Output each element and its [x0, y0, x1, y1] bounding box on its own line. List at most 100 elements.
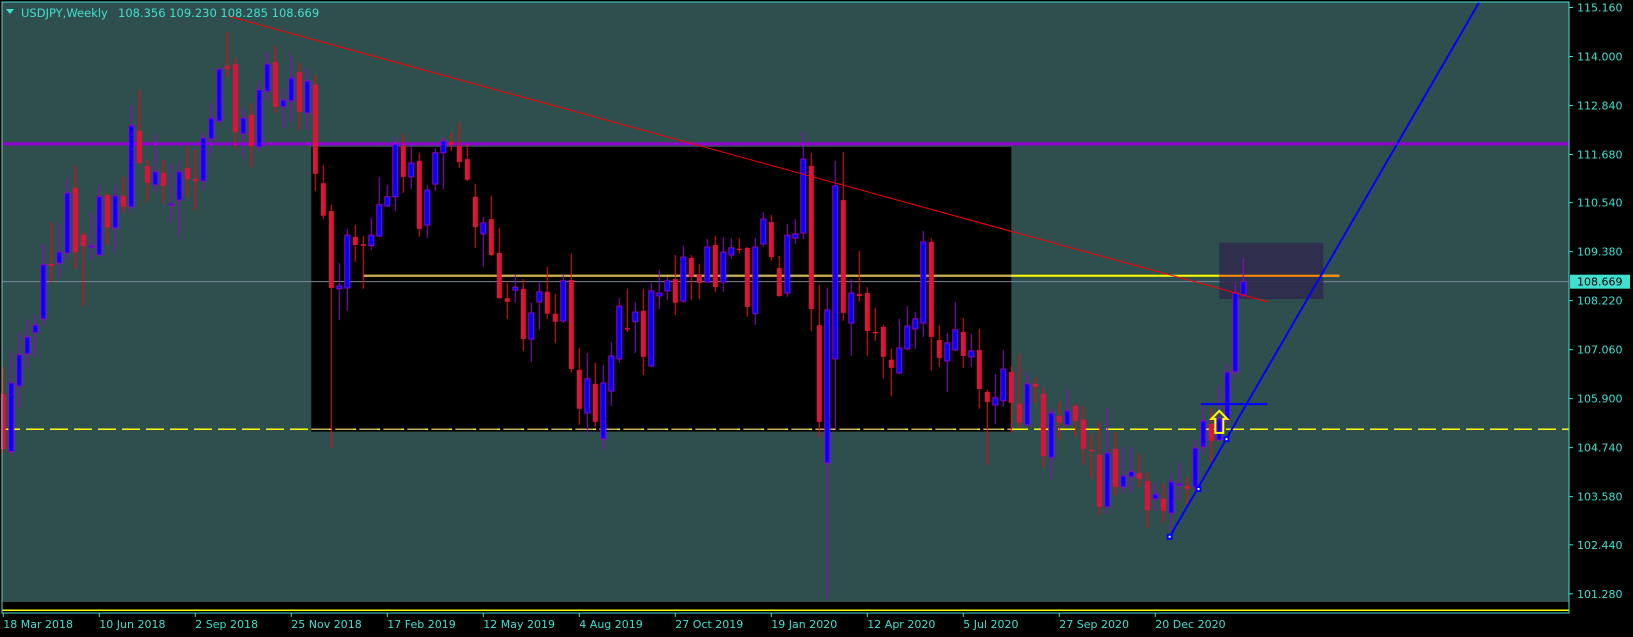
- bear-candle-body: [840, 200, 846, 313]
- bull-candle-body: [304, 80, 311, 114]
- bull-candle-body: [56, 251, 63, 264]
- bear-candle-body: [712, 244, 718, 288]
- bull-candle-body: [1200, 420, 1207, 448]
- bull-candle-body: [1176, 483, 1183, 486]
- price-label: 110.540: [1577, 197, 1623, 210]
- bear-candle-body: [960, 331, 966, 356]
- bear-candle-body: [976, 350, 982, 389]
- bull-candle-body: [784, 234, 791, 294]
- bull-candle-body: [256, 89, 263, 148]
- bear-candle-body: [472, 196, 478, 228]
- symbol-timeframe: USDJPY,Weekly: [21, 6, 108, 20]
- bull-candle-body: [16, 354, 23, 387]
- bear-candle-body: [488, 219, 494, 256]
- bear-candle-body: [696, 274, 702, 283]
- bull-candle-body: [632, 311, 639, 323]
- bear-candle-body: [160, 173, 166, 186]
- candle: [920, 230, 927, 337]
- date-label: 2 Sep 2018: [195, 618, 258, 631]
- bear-candle-body: [888, 359, 894, 368]
- date-label: 5 Jul 2020: [963, 618, 1018, 631]
- bull-candle-body: [176, 171, 183, 201]
- bull-candle-body: [392, 143, 399, 198]
- bull-candle-body: [968, 350, 975, 358]
- bull-candle-body: [560, 280, 567, 322]
- price-label: 111.680: [1577, 148, 1623, 161]
- bull-candle-body: [704, 246, 711, 283]
- bull-candle-body: [536, 291, 543, 303]
- candle: [1232, 282, 1239, 379]
- date-label: 18 Mar 2018: [3, 618, 73, 631]
- bull-candle-body: [344, 234, 351, 289]
- bear-candle-body: [192, 178, 198, 182]
- bear-candle-body: [576, 369, 582, 409]
- date-label: 20 Dec 2020: [1155, 618, 1225, 631]
- bear-candle-body: [856, 293, 862, 296]
- bear-candle-body: [320, 183, 326, 216]
- bear-candle-body: [224, 65, 230, 70]
- bull-candle-body: [200, 137, 207, 182]
- bull-candle-body: [1000, 368, 1007, 402]
- bear-candle-body: [1040, 393, 1046, 457]
- bear-candle-body: [624, 328, 630, 330]
- bull-candle-body: [216, 68, 223, 122]
- candle: [1040, 388, 1046, 468]
- bear-candle-body: [736, 248, 742, 251]
- bear-candle-body: [1184, 486, 1190, 490]
- bull-candle-body: [1104, 452, 1111, 508]
- trendline-anchor-dot: [1197, 488, 1200, 491]
- bull-candle-body: [408, 162, 415, 178]
- candle: [784, 223, 791, 297]
- bull-candle-body: [1064, 410, 1071, 426]
- bear-candle-body: [1056, 415, 1062, 423]
- bull-candle-body: [1192, 447, 1199, 488]
- bull-candle-body: [1240, 281, 1247, 296]
- bear-candle-body: [232, 64, 238, 133]
- price-chart[interactable]: 115.160 114.000 112.840 111.680 110.540 109.3…: [0, 0, 1633, 637]
- bull-candle-body: [608, 355, 615, 392]
- bull-candle-body: [368, 234, 375, 247]
- candle: [416, 152, 422, 237]
- bull-candle-body: [760, 218, 767, 245]
- price-label: 102.440: [1577, 539, 1623, 552]
- date-label: 27 Oct 2019: [675, 618, 743, 631]
- bear-candle-body: [816, 325, 822, 422]
- bear-candle-body: [1096, 454, 1102, 507]
- bear-candle-body: [1144, 481, 1150, 511]
- bull-candle-body: [96, 196, 103, 256]
- date-label: 12 May 2019: [483, 618, 555, 631]
- candle: [200, 132, 207, 190]
- bear-candle-body: [776, 268, 782, 296]
- price-label: 114.000: [1577, 50, 1623, 63]
- trendline-anchor-dot: [1168, 535, 1171, 538]
- bull-candle-body: [616, 305, 623, 360]
- bear-candle-body: [80, 234, 86, 246]
- bull-candle-body: [1128, 471, 1135, 478]
- bear-candle-body: [1208, 423, 1214, 441]
- bull-candle-body: [264, 63, 271, 92]
- bear-candle-body: [1112, 448, 1118, 487]
- bear-candle-body: [1032, 383, 1038, 387]
- bear-candle-body: [552, 313, 558, 322]
- range-box[interactable]: [311, 146, 1012, 432]
- bull-candle-body: [832, 185, 839, 360]
- bull-candle-body: [664, 280, 671, 292]
- bear-candle-body: [496, 252, 502, 299]
- candle: [432, 148, 439, 191]
- date-label: 27 Sep 2020: [1059, 618, 1129, 631]
- date-label: 19 Jan 2020: [771, 618, 837, 631]
- bull-candle-body: [384, 196, 391, 207]
- date-label: 4 Aug 2019: [579, 618, 642, 631]
- bull-candle-body: [952, 329, 959, 351]
- bull-candle-body: [1024, 383, 1031, 426]
- date-label: 12 Apr 2020: [867, 618, 935, 631]
- bull-candle-body: [656, 292, 663, 297]
- bull-candle-body: [424, 189, 431, 226]
- bull-candle-body: [1216, 418, 1223, 441]
- bull-candle-body: [1232, 292, 1239, 373]
- bull-candle-body: [280, 99, 287, 108]
- bull-candle-body: [680, 256, 687, 302]
- bear-candle-body: [1016, 403, 1022, 423]
- bear-candle-body: [184, 168, 190, 179]
- bear-candle-body: [328, 211, 334, 288]
